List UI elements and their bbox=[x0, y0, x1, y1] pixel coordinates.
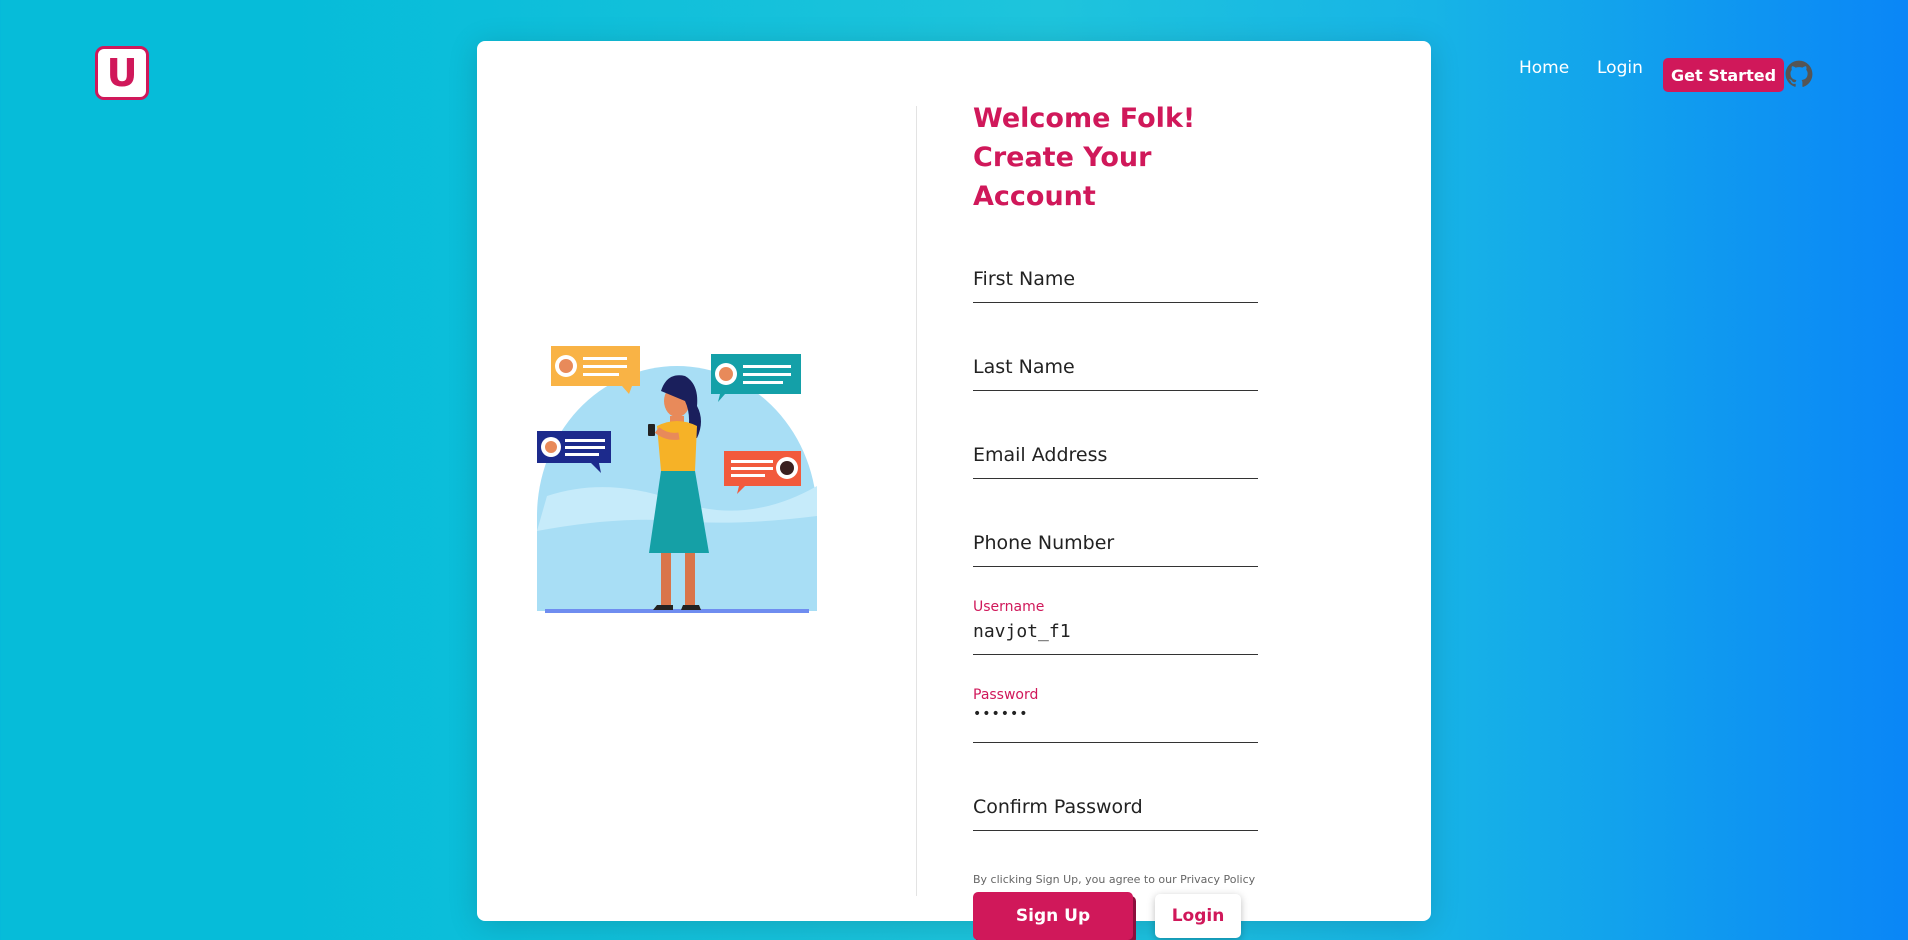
github-icon[interactable] bbox=[1785, 60, 1813, 88]
username-value: navjot_f1 bbox=[973, 621, 1071, 642]
sign-up-button[interactable]: Sign Up bbox=[973, 892, 1133, 940]
password-field[interactable]: Password •••••• bbox=[973, 655, 1258, 743]
signup-card: Welcome Folk! Create Your Account First … bbox=[477, 41, 1431, 940]
nav-home-link[interactable]: Home bbox=[1519, 58, 1569, 78]
phone-placeholder: Phone Number bbox=[973, 532, 1115, 554]
confirm-password-field[interactable]: Confirm Password bbox=[973, 743, 1258, 831]
woman-chatting-illustration bbox=[537, 346, 817, 613]
first-name-placeholder: First Name bbox=[973, 268, 1076, 290]
username-label: Username bbox=[973, 599, 1045, 615]
brand-logo[interactable]: U bbox=[95, 46, 149, 100]
get-started-button[interactable]: Get Started bbox=[1663, 58, 1785, 92]
email-placeholder: Email Address bbox=[973, 444, 1108, 466]
password-label: Password bbox=[973, 687, 1039, 703]
password-value: •••••• bbox=[973, 706, 1029, 722]
form-buttons: Sign Up Login bbox=[973, 892, 1258, 940]
last-name-placeholder: Last Name bbox=[973, 356, 1075, 378]
form-title-line2: Create Your Account bbox=[973, 142, 1152, 212]
confirm-password-placeholder: Confirm Password bbox=[973, 796, 1143, 818]
phone-field[interactable]: Phone Number bbox=[973, 479, 1258, 567]
card-divider bbox=[916, 106, 917, 896]
first-name-field[interactable]: First Name bbox=[973, 216, 1258, 303]
signup-form: Welcome Folk! Create Your Account First … bbox=[973, 99, 1258, 940]
nav-login-link[interactable]: Login bbox=[1597, 58, 1643, 78]
form-title-line1: Welcome Folk! bbox=[973, 103, 1196, 134]
email-field[interactable]: Email Address bbox=[973, 391, 1258, 479]
logo-letter: U bbox=[106, 51, 138, 95]
login-button[interactable]: Login bbox=[1155, 894, 1241, 938]
last-name-field[interactable]: Last Name bbox=[973, 303, 1258, 391]
terms-text: By clicking Sign Up, you agree to our Pr… bbox=[973, 873, 1256, 886]
username-field[interactable]: Username navjot_f1 bbox=[973, 567, 1258, 655]
